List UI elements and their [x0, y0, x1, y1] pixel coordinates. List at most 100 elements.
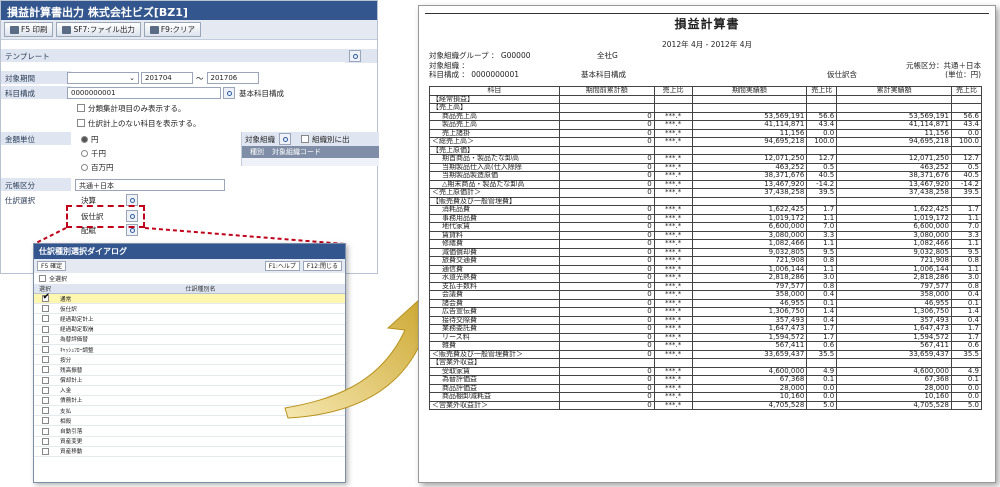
report-row: 会議費 0 ***.* 358,000 0.4 358,000 0.4 — [429, 290, 983, 300]
report-cell — [691, 358, 808, 368]
ledger-select[interactable]: 共通＋日本 — [75, 179, 225, 191]
report-cell: 0 — [558, 205, 655, 215]
dialog-item-checkbox[interactable] — [34, 325, 56, 333]
option2-checkbox[interactable] — [77, 119, 85, 127]
report-cell: 0 — [558, 137, 655, 147]
report-kari: 仮仕訳含 — [827, 70, 857, 79]
report-cell: 3.0 — [950, 273, 983, 283]
period-from-input[interactable]: 201704 — [141, 72, 193, 84]
report-cell — [691, 94, 808, 104]
option2-row[interactable]: 仕訳計上のない科目を表示する。 — [77, 116, 201, 130]
report-row: 期首商品・製品たな卸高 0 ***.* 12,071,250 12.7 12,071,25… — [429, 154, 983, 164]
report-cell: ***.* — [653, 349, 693, 359]
report-cell — [653, 103, 693, 113]
select-all-checkbox[interactable] — [39, 275, 46, 282]
report-cell: 【売上高】 — [429, 103, 560, 113]
report-cell: 1.1 — [806, 239, 838, 249]
report-cell: 35.5 — [806, 349, 838, 359]
account-struct-search-button[interactable] — [223, 87, 235, 99]
unit-million-label: 百万円 — [91, 162, 114, 172]
dialog-item-checkbox[interactable] — [34, 335, 56, 343]
dialog-item-checkbox[interactable] — [34, 376, 56, 384]
template-row: テンプレート — [1, 49, 377, 63]
radio-thousand[interactable] — [81, 149, 88, 157]
dialog-item-checkbox[interactable] — [34, 346, 56, 354]
report-cell: ***.* — [653, 400, 693, 410]
hdr-ratio3: 売上比 — [950, 86, 983, 96]
period-to-input[interactable]: 201706 — [206, 72, 259, 84]
report-cell — [950, 94, 983, 104]
target-org-label: 対象組織 — [245, 134, 275, 144]
report-cell: 0.0 — [950, 392, 983, 402]
org-split-checkbox[interactable] — [301, 135, 309, 143]
report-cell: 0 — [558, 213, 655, 223]
report-cell: ***.* — [653, 341, 693, 351]
report-cell — [558, 145, 655, 155]
dialog-list-item[interactable]: 資産変更 — [34, 437, 345, 447]
dialog-help-button[interactable]: F1:ヘルプ — [264, 261, 300, 271]
report-cell: 38,371,676 — [836, 171, 952, 181]
report-row: 商品評価益 0 ***.* 28,000 0.0 28,000 0.0 — [429, 383, 983, 393]
report-cell: 37,438,258 — [691, 188, 808, 198]
select-all-row[interactable]: 全選択 — [34, 273, 345, 284]
report-title: 損益計算書 — [674, 17, 740, 31]
search-icon — [226, 90, 232, 96]
dialog-item-checkbox[interactable] — [34, 407, 56, 415]
clear-button[interactable]: F9:クリア — [143, 22, 201, 37]
dialog-item-checkbox[interactable] — [34, 417, 56, 425]
dialog-item-checkbox[interactable] — [34, 305, 56, 313]
dialog-item-label: 通常 — [60, 296, 72, 303]
print-button[interactable]: F5 印刷 — [4, 22, 54, 37]
unit-option-thousand[interactable]: 千円 — [81, 146, 106, 160]
report-cell: ＜総売上高＞ — [429, 137, 560, 147]
report-cell: 33,659,437 — [691, 349, 808, 359]
report-row: 雑費 0 ***.* 567,411 0.6 567,411 0.6 — [429, 341, 983, 351]
account-struct-input[interactable]: 0000000001 — [67, 87, 221, 99]
dialog-list-item[interactable]: 資産移動 — [34, 447, 345, 457]
dialog-item-checkbox[interactable] — [34, 437, 56, 445]
dialog-item-checkbox[interactable] — [34, 447, 56, 455]
report-cell: ***.* — [653, 137, 693, 147]
option1-row[interactable]: 分類集計項目のみ表示する。 — [77, 101, 186, 115]
dialog-confirm-button[interactable]: F5 確定 — [37, 261, 67, 271]
account-struct-label: 科目構成 — [1, 86, 71, 100]
report-cell: 製品売上高 — [429, 120, 560, 130]
unit-yen-label: 円 — [91, 134, 99, 144]
unit-option-million[interactable]: 百万円 — [81, 160, 114, 174]
target-org-search-button[interactable] — [279, 133, 291, 145]
report-row: 修繕費 0 ***.* 1,082,466 1.1 1,082,466 1.1 — [429, 239, 983, 249]
report-cell: ***.* — [653, 375, 693, 385]
dialog-close-button[interactable]: F12:閉じる — [302, 261, 342, 271]
hdr-prior: 期間前累計額 — [558, 86, 655, 96]
dialog-item-checkbox[interactable]: ✔ — [34, 292, 56, 303]
dialog-item-checkbox[interactable] — [34, 356, 56, 364]
report-cell: 0 — [558, 349, 655, 359]
dialog-item-checkbox[interactable] — [34, 386, 56, 394]
dialog-list-item[interactable]: 自動引落 — [34, 426, 345, 437]
report-cell: 567,411 — [836, 341, 952, 351]
report-row: 【営業外収益】 — [429, 358, 983, 368]
report-cell: 0 — [558, 264, 655, 274]
dialog-item-checkbox[interactable] — [34, 396, 56, 404]
report-cell: 1,622,425 — [691, 205, 808, 215]
unit-option-yen[interactable]: 円 — [81, 132, 99, 146]
dialog-item-checkbox[interactable] — [34, 315, 56, 323]
period-dropdown[interactable]: ⌄ — [67, 72, 139, 84]
period-separator: ～ — [196, 73, 204, 83]
report-cell — [836, 94, 952, 104]
report-cell: 0.8 — [806, 256, 838, 266]
report-acct: 科目構成 ： 0000000001 — [429, 70, 519, 79]
report-cell: 0 — [558, 128, 655, 138]
report-cell — [806, 103, 838, 113]
report-row: 旅費交通費 0 ***.* 721,908 0.8 721,908 0.8 — [429, 256, 983, 266]
file-output-button[interactable]: SF7:ファイル出力 — [56, 22, 141, 37]
radio-million[interactable] — [81, 163, 88, 171]
report-cell: 43.4 — [950, 120, 983, 130]
report-cell: 旅費交通費 — [429, 256, 560, 266]
report-row: ＜営業外収益計＞ 0 ***.* 4,705,528 5.0 4,705,528 5.0 — [429, 400, 983, 410]
radio-yen[interactable] — [81, 135, 88, 143]
template-search-button[interactable] — [349, 50, 361, 62]
dialog-item-checkbox[interactable] — [34, 366, 56, 374]
option1-checkbox[interactable] — [77, 104, 85, 112]
dialog-item-checkbox[interactable] — [34, 427, 56, 435]
